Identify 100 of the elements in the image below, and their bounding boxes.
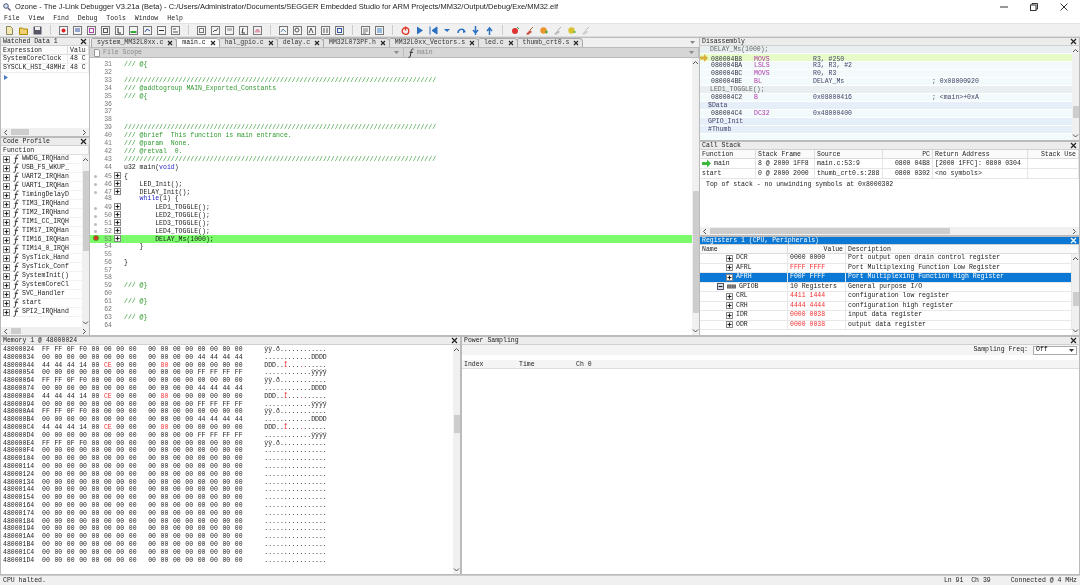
expand-icon[interactable] <box>114 219 121 227</box>
expand-icon[interactable] <box>3 200 10 208</box>
breakpoint-icon[interactable] <box>511 25 520 35</box>
close-icon[interactable] <box>507 40 514 46</box>
window-icon[interactable] <box>239 25 248 35</box>
brush-icon[interactable] <box>525 25 534 35</box>
expand-icon[interactable] <box>114 171 121 179</box>
scroll-up-icon[interactable] <box>692 60 699 65</box>
expand-icon[interactable] <box>3 254 10 262</box>
expand-icon[interactable] <box>3 263 10 271</box>
power-icon[interactable] <box>401 25 410 35</box>
expand-icon[interactable] <box>114 211 121 219</box>
scroll-right-icon[interactable] <box>1072 227 1077 235</box>
expand-icon[interactable] <box>3 218 10 226</box>
reset-icon[interactable] <box>429 25 438 35</box>
window-icon[interactable] <box>335 25 344 35</box>
expand-icon[interactable] <box>114 234 121 242</box>
expand-icon[interactable] <box>3 164 10 172</box>
folder-icon[interactable] <box>19 25 28 35</box>
step-over-icon[interactable] <box>457 25 466 35</box>
horizontal-scrollbar[interactable] <box>700 227 1079 235</box>
expand-icon[interactable] <box>726 273 733 281</box>
breakable-dot-icon[interactable] <box>94 183 97 187</box>
scroll-right-icon[interactable] <box>82 327 87 335</box>
expand-icon[interactable] <box>3 272 10 280</box>
scroll-right-icon[interactable] <box>82 128 87 136</box>
restore-icon[interactable] <box>1030 3 1038 11</box>
window-icon[interactable] <box>157 25 166 35</box>
expand-icon[interactable] <box>726 321 733 329</box>
vertical-scrollbar[interactable] <box>82 155 89 327</box>
record-icon[interactable] <box>59 25 68 35</box>
scroll-up-icon[interactable] <box>82 157 89 162</box>
expand-icon[interactable] <box>726 311 733 319</box>
close-icon[interactable] <box>314 40 321 46</box>
scrollbar-thumb[interactable] <box>11 129 29 135</box>
new-entry-icon[interactable] <box>4 75 8 80</box>
scrollbar-thumb[interactable] <box>710 228 950 234</box>
document-icon[interactable] <box>5 25 14 35</box>
expand-icon[interactable] <box>114 227 121 235</box>
breakable-dot-icon[interactable] <box>94 175 97 179</box>
vertical-scrollbar[interactable] <box>453 345 460 574</box>
scroll-left-icon[interactable] <box>3 128 8 136</box>
breakable-dot-icon[interactable] <box>94 222 97 226</box>
expand-icon[interactable] <box>3 299 10 307</box>
expand-icon[interactable] <box>3 155 10 163</box>
scrollbar-thumb[interactable] <box>1072 106 1079 118</box>
expand-icon[interactable] <box>3 173 10 181</box>
breakpoint-icon[interactable] <box>93 235 99 242</box>
expand-icon[interactable] <box>114 203 121 211</box>
close-icon[interactable] <box>1060 3 1068 11</box>
expand-icon[interactable] <box>726 264 733 272</box>
scroll-left-icon[interactable] <box>3 327 8 335</box>
scroll-up-icon[interactable] <box>1072 48 1079 53</box>
close-icon[interactable] <box>209 40 216 46</box>
scroll-down-icon[interactable] <box>453 567 460 572</box>
expand-icon[interactable] <box>726 302 733 310</box>
step-into-icon[interactable] <box>471 25 480 35</box>
close-icon[interactable] <box>80 138 87 145</box>
close-icon[interactable] <box>1070 142 1077 149</box>
save-icon[interactable] <box>33 25 42 35</box>
scrollbar-thumb[interactable] <box>82 171 89 251</box>
expand-icon[interactable] <box>3 191 10 199</box>
scroll-left-icon[interactable] <box>702 227 707 235</box>
breakable-dot-icon[interactable] <box>94 230 97 234</box>
close-icon[interactable] <box>167 40 174 46</box>
scrollbar-thumb[interactable] <box>1072 292 1079 306</box>
expand-icon[interactable] <box>726 292 733 300</box>
scroll-up-icon[interactable] <box>453 347 460 352</box>
scroll-down-icon[interactable] <box>82 320 89 325</box>
expand-icon[interactable] <box>3 308 10 316</box>
close-icon[interactable] <box>379 40 386 46</box>
breakpoint-icon[interactable] <box>539 25 548 35</box>
expand-icon[interactable] <box>3 182 10 190</box>
scrollbar-thumb[interactable] <box>11 328 21 334</box>
vertical-scrollbar[interactable] <box>692 58 699 335</box>
breakable-dot-icon[interactable] <box>94 214 97 218</box>
horizontal-scrollbar[interactable] <box>1 128 89 136</box>
scroll-down-icon[interactable] <box>1072 133 1079 138</box>
scrollbar-thumb[interactable] <box>453 415 460 433</box>
expand-icon[interactable] <box>3 281 10 289</box>
vertical-scrollbar[interactable] <box>1072 254 1079 335</box>
collapse-icon[interactable] <box>717 283 724 291</box>
expand-icon[interactable] <box>3 290 10 298</box>
close-icon[interactable] <box>451 337 458 344</box>
window-icon[interactable] <box>211 25 220 35</box>
breakable-dot-icon[interactable] <box>94 206 97 210</box>
close-icon[interactable] <box>573 40 580 46</box>
window-icon[interactable] <box>307 25 316 35</box>
step-out-icon[interactable] <box>485 25 494 35</box>
expand-icon[interactable] <box>3 236 10 244</box>
scrollbar-thumb[interactable] <box>692 191 699 313</box>
expand-icon[interactable] <box>114 179 121 187</box>
expand-icon[interactable] <box>3 209 10 217</box>
expand-icon[interactable] <box>726 254 733 262</box>
breakable-dot-icon[interactable] <box>94 190 97 194</box>
caret-icon[interactable] <box>690 41 695 44</box>
close-icon[interactable] <box>469 40 476 46</box>
close-icon[interactable] <box>1070 38 1077 45</box>
minimize-icon[interactable] <box>1000 3 1008 11</box>
scroll-down-icon[interactable] <box>1072 328 1079 333</box>
